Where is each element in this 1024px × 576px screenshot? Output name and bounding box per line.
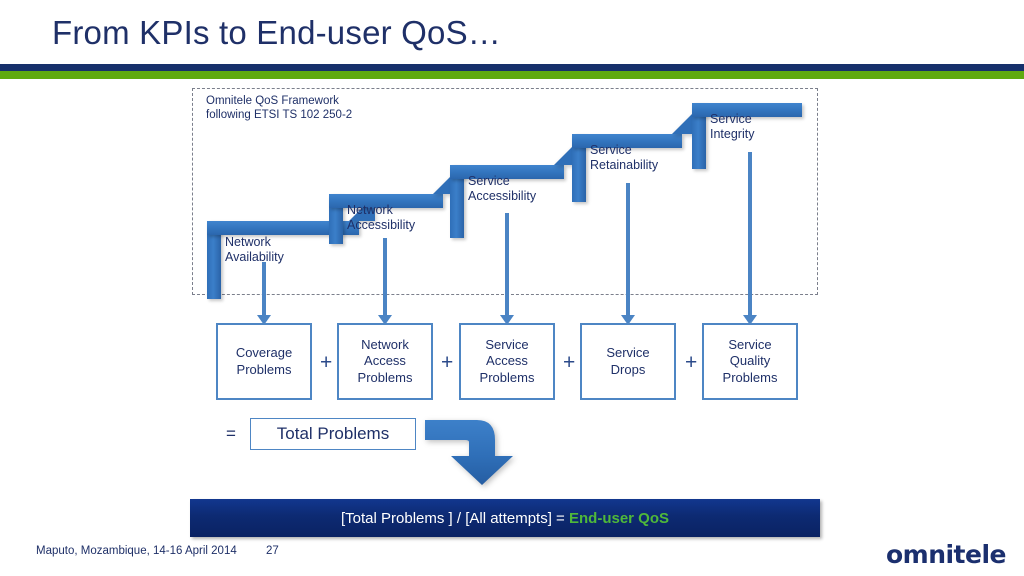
result-banner: [Total Problems ] / [All attempts] = End… [190, 499, 820, 537]
footer-event-text: Maputo, Mozambique, 14-16 April 2014 [36, 545, 237, 557]
problem-box-service-access[interactable]: Service Access Problems [459, 323, 555, 400]
slide-root: From KPIs to End-user QoS… Omnitele QoS … [0, 0, 1024, 576]
slide-number: 27 [266, 545, 279, 557]
flow-arrow-icon [425, 420, 513, 485]
step-label: Service Accessibility [468, 174, 537, 203]
connector-arrow-1 [257, 262, 271, 325]
result-metric: End-user QoS [569, 509, 670, 527]
step-label: Network Accessibility [347, 203, 416, 232]
plus-sign-3: + [563, 351, 576, 374]
step-label: Service Retainability [590, 143, 659, 172]
result-formula-text: [Total Problems ] / [All attempts] = [340, 509, 569, 527]
connector-arrow-4 [621, 183, 635, 325]
plus-sign-2: + [441, 351, 454, 374]
problem-box-service-quality[interactable]: Service Quality Problems [702, 323, 798, 400]
page-title: From KPIs to End-user QoS… [52, 14, 502, 51]
total-problems-box[interactable]: Total Problems [250, 418, 416, 450]
step-label: Service Integrity [710, 112, 755, 141]
step-service-integrity: Service Integrity [692, 103, 802, 169]
equals-sign: = [226, 424, 236, 443]
omnitele-logo: omnitele [885, 540, 1007, 569]
connector-arrow-3 [500, 213, 514, 325]
header-rule-navy [0, 64, 1024, 71]
framework-caption: Omnitele QoS Framework following ETSI TS… [206, 95, 353, 121]
problem-box-coverage[interactable]: Coverage Problems [216, 323, 312, 400]
step-network-accessibility: Network Accessibility [329, 168, 459, 244]
header-rule-green [0, 71, 1024, 79]
connector-arrow-2 [378, 238, 392, 325]
result-formula: [Total Problems ] / [All attempts] = End… [341, 510, 669, 527]
step-label: Network Availability [225, 235, 284, 264]
problem-box-network-access[interactable]: Network Access Problems [337, 323, 433, 400]
plus-sign-4: + [685, 351, 698, 374]
problem-box-service-drops[interactable]: Service Drops [580, 323, 676, 400]
plus-sign-1: + [320, 351, 333, 374]
connector-arrow-5 [743, 152, 757, 325]
